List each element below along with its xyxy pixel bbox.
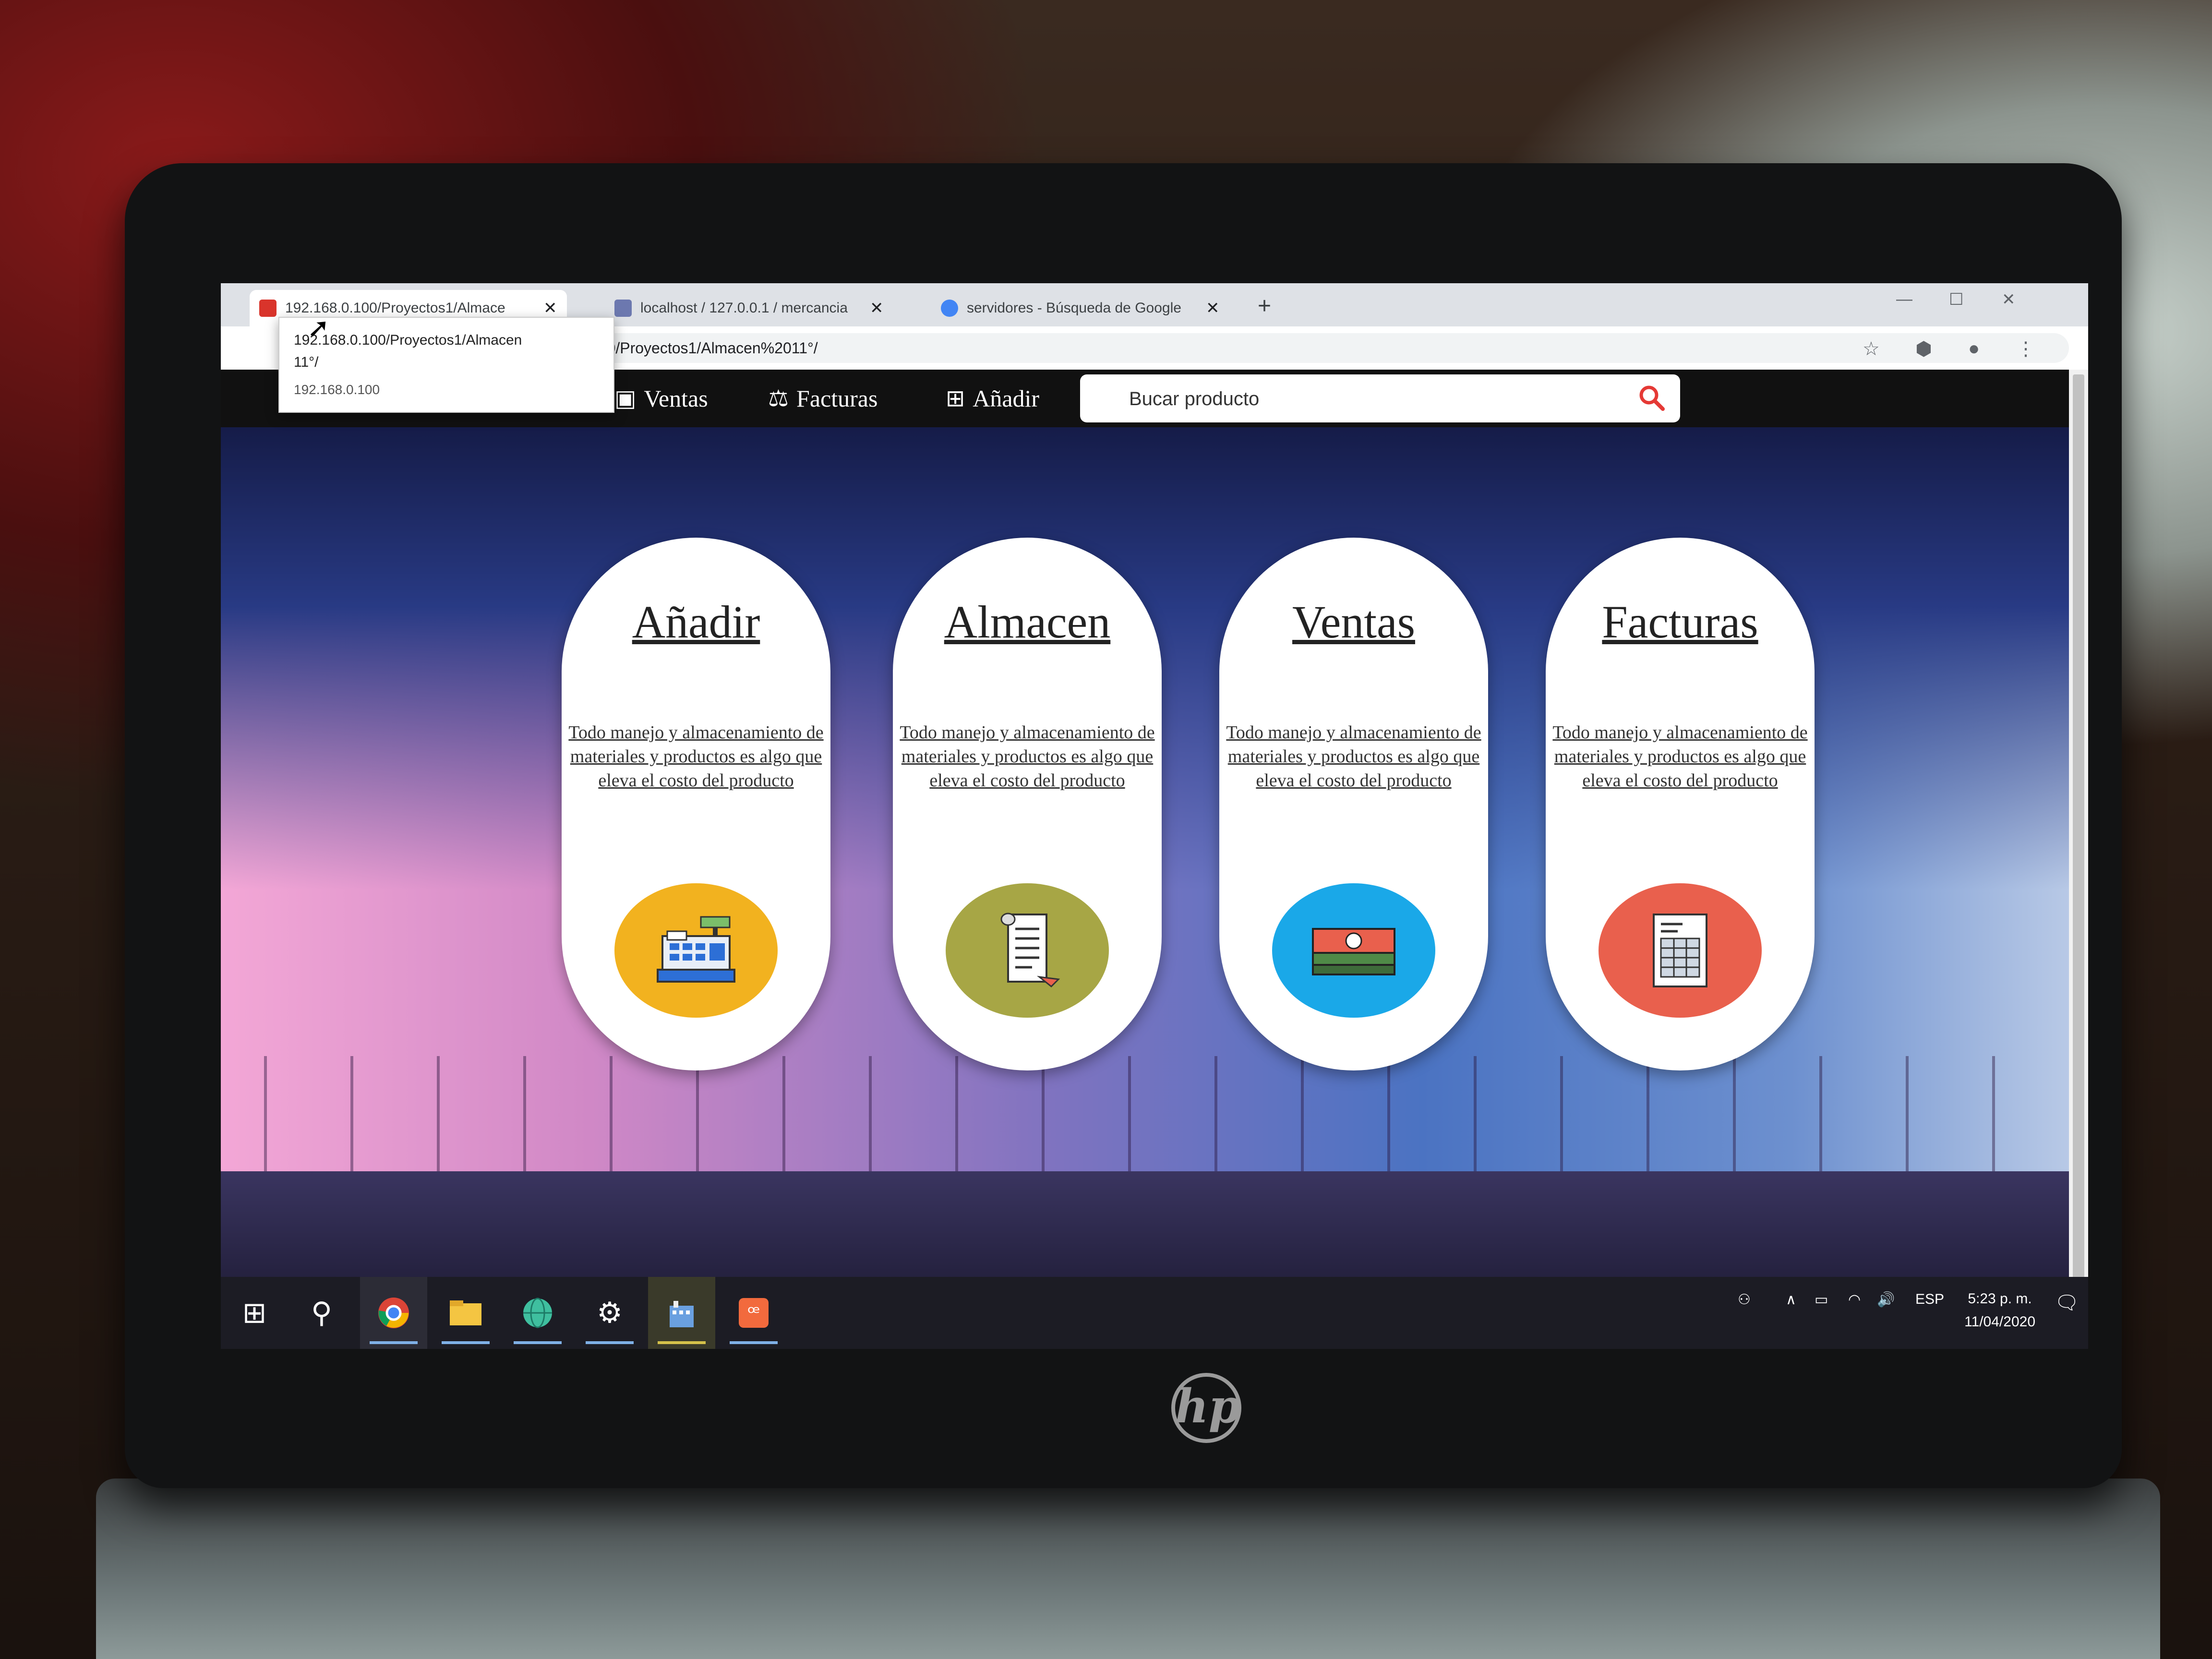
tray-chevron-icon[interactable]: ∧ (1786, 1291, 1796, 1308)
svg-text:ꟹ: ꟹ (747, 1302, 760, 1324)
balance-scale-icon: ⚖ (768, 386, 789, 411)
tab-phpmyadmin[interactable]: localhost / 127.0.0.1 / mercancia ✕ (605, 290, 893, 326)
people-icon[interactable]: ⚇ (1738, 1291, 1751, 1308)
maximize-icon[interactable]: ☐ (1949, 290, 1963, 309)
card-facturas[interactable]: Facturas Todo manejo y almacenamiento de… (1546, 538, 1815, 1070)
store-icon: ▣ (614, 386, 637, 411)
card-description[interactable]: Todo manejo y almacenamiento de material… (1224, 721, 1483, 793)
tab-close-icon[interactable]: ✕ (543, 299, 557, 318)
card-ventas[interactable]: Ventas Todo manejo y almacenamiento de m… (1219, 538, 1488, 1070)
tree-silhouettes (221, 1056, 2069, 1181)
cash-register-icon[interactable] (614, 883, 778, 1018)
bookmark-star-icon[interactable]: ☆ (1863, 338, 1880, 360)
mouse-cursor-icon: ➚ (307, 313, 330, 343)
taskbar-search-icon[interactable]: ⚲ (288, 1277, 355, 1349)
tooltip-url-cont: 11°/ (294, 354, 319, 370)
url-field[interactable]: 168.0.100/Proyectos1/Almacen%2011°/ (538, 333, 2069, 363)
clock-date: 11/04/2020 (1964, 1314, 2035, 1330)
tooltip-url: 192.168.0.100/Proyectos1/Almacen (294, 332, 522, 348)
system-clock[interactable]: 5:23 p. m. 11/04/2020 (1964, 1287, 2035, 1334)
receipt-scroll-icon[interactable] (946, 883, 1109, 1018)
minimize-icon[interactable]: — (1896, 290, 1912, 309)
file-explorer-icon[interactable] (432, 1277, 499, 1349)
google-favicon-icon (941, 300, 958, 317)
chrome-taskbar-icon[interactable] (360, 1277, 427, 1349)
nav-facturas[interactable]: ⚖ Facturas (768, 379, 878, 418)
app-globe-icon[interactable] (504, 1277, 571, 1349)
xampp-taskbar-icon[interactable]: ꟹ (720, 1277, 787, 1349)
active-indicator (442, 1341, 490, 1344)
hp-logo: hp (1171, 1373, 1241, 1443)
screen: 192.168.0.100/Proyectos1/Almace ✕ localh… (221, 283, 2088, 1330)
tab-close-icon[interactable]: ✕ (1206, 299, 1220, 318)
input-language[interactable]: ESP (1915, 1291, 1944, 1308)
volume-icon[interactable]: 🔊 (1877, 1291, 1895, 1308)
card-description[interactable]: Todo manejo y almacenamiento de material… (1551, 721, 1810, 793)
laptop-base (96, 1479, 2160, 1659)
clock-time: 5:23 p. m. (1968, 1291, 2032, 1307)
active-indicator (514, 1341, 562, 1344)
nav-label: Añadir (973, 385, 1040, 412)
phpmyadmin-favicon-icon (614, 300, 632, 317)
xampp-favicon-icon (259, 300, 276, 317)
menu-dots-icon[interactable]: ⋮ (2016, 338, 2035, 360)
nav-label: Facturas (796, 385, 878, 412)
card-anadir[interactable]: Añadir Todo manejo y almacenamiento de m… (562, 538, 830, 1070)
web-page: ▣ Ventas ⚖ Facturas ⊞ Añadir Añadir (221, 370, 2069, 1315)
settings-gear-icon[interactable]: ⚙ (576, 1277, 643, 1349)
active-indicator (658, 1341, 706, 1344)
search-input[interactable] (1128, 384, 1610, 414)
nav-ventas[interactable]: ▣ Ventas (614, 379, 708, 418)
card-title[interactable]: Almacen (893, 595, 1162, 649)
plus-square-icon: ⊞ (946, 386, 965, 411)
tab-title: localhost / 127.0.0.1 / mercancia (640, 300, 848, 316)
notification-icon[interactable]: 🗨 (2055, 1291, 2079, 1314)
nav-anadir[interactable]: ⊞ Añadir (946, 379, 1039, 418)
vertical-scroll-thumb[interactable] (2073, 374, 2084, 1286)
nav-label: Ventas (644, 385, 708, 412)
active-indicator (370, 1341, 418, 1344)
windows-taskbar: ⊞ ⚲ ⚙ ꟹ ⚇ ∧ ▭ ◠ 🔊 ESP 5:23 p. m. 11/04/2… (221, 1277, 2088, 1349)
wifi-icon[interactable]: ◠ (1848, 1291, 1861, 1308)
tab-close-icon[interactable]: ✕ (870, 299, 884, 318)
card-title[interactable]: Facturas (1546, 595, 1815, 649)
invoice-icon[interactable] (1599, 883, 1762, 1018)
card-title[interactable]: Añadir (562, 595, 830, 649)
tab-google[interactable]: servidores - Búsqueda de Google ✕ (931, 290, 1229, 326)
vertical-scrollbar[interactable] (2069, 370, 2088, 1315)
new-tab-button[interactable]: + (1258, 293, 1271, 319)
active-indicator (586, 1341, 634, 1344)
tab-title: servidores - Búsqueda de Google (967, 300, 1181, 316)
window-close-icon[interactable]: ✕ (2002, 290, 2016, 309)
search-box (1080, 374, 1680, 422)
search-icon[interactable] (1637, 383, 1666, 412)
card-title[interactable]: Ventas (1219, 595, 1488, 649)
tooltip-host: 192.168.0.100 (294, 382, 380, 397)
money-stack-icon[interactable] (1272, 883, 1435, 1018)
profile-icon[interactable]: ● (1968, 338, 1980, 360)
active-indicator (730, 1341, 778, 1344)
app-building-icon[interactable] (648, 1277, 715, 1349)
card-description[interactable]: Todo manejo y almacenamiento de material… (898, 721, 1157, 793)
battery-icon[interactable]: ▭ (1815, 1291, 1828, 1308)
windows-start-icon[interactable]: ⊞ (221, 1277, 288, 1349)
card-description[interactable]: Todo manejo y almacenamiento de material… (566, 721, 826, 793)
card-almacen[interactable]: Almacen Todo manejo y almacenamiento de … (893, 538, 1162, 1070)
extension-icon[interactable]: ⬢ (1915, 338, 1932, 360)
